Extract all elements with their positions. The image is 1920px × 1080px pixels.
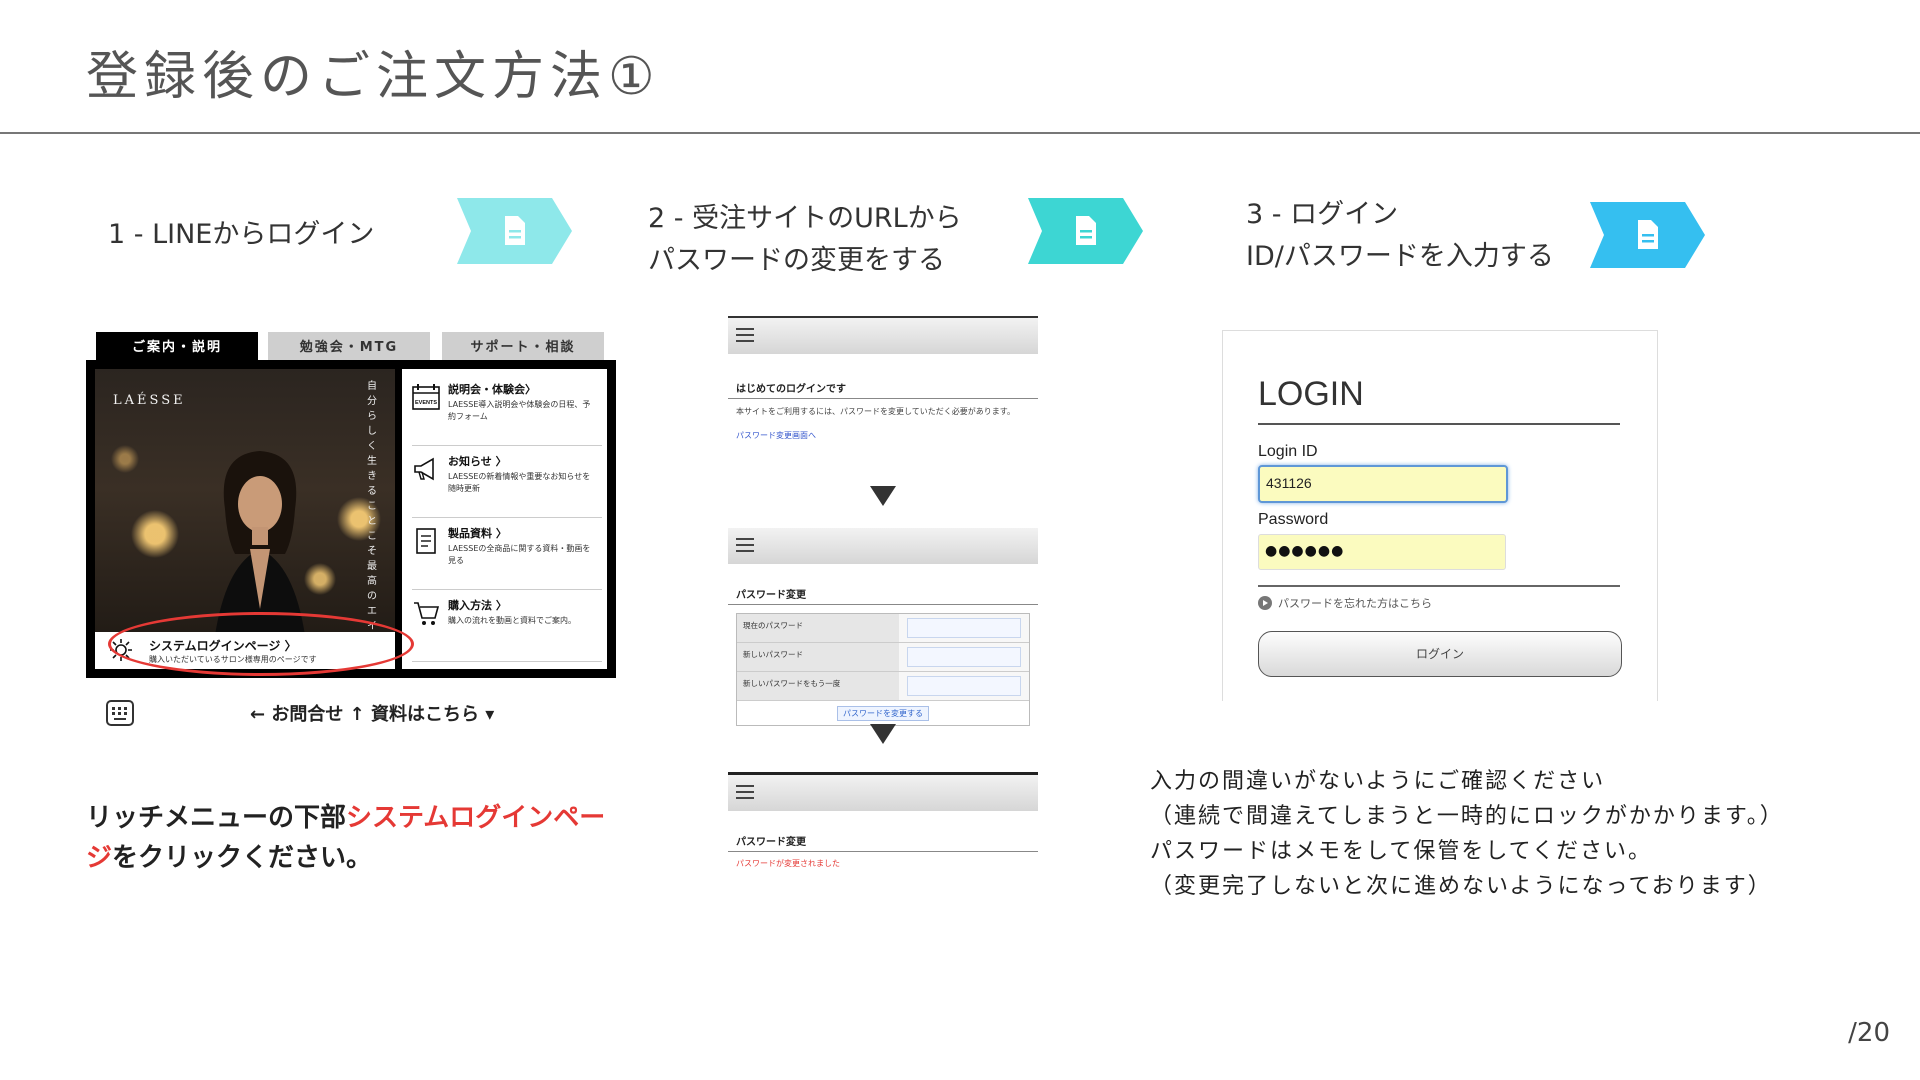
step-2-label-line2: パスワードの変更をする	[648, 245, 945, 276]
login-heading: LOGIN	[1258, 375, 1364, 413]
mobile-header	[728, 772, 1038, 811]
login-button[interactable]: ログイン	[1258, 631, 1622, 677]
password-panel-change-form: パスワード変更 現在のパスワード 新しいパスワード 新しいパスワードをもう一度 …	[728, 528, 1038, 726]
caption-text-2: をクリックください。	[112, 843, 373, 873]
megaphone-icon	[414, 457, 434, 481]
password-panel-complete: パスワード変更 パスワードが変更されました	[728, 772, 1038, 882]
form-row: 新しいパスワード	[737, 643, 1029, 672]
tab-support[interactable]: サポート・相談	[442, 332, 604, 362]
hamburger-icon[interactable]	[736, 328, 754, 342]
keyboard-icon[interactable]	[106, 700, 134, 726]
menu-item-title: お知らせ 〉	[448, 455, 507, 468]
caption-text: リッチメニューの下部	[86, 803, 347, 833]
section-title: パスワード変更	[728, 578, 1038, 605]
confirm-password-field[interactable]	[907, 676, 1021, 696]
change-password-button[interactable]: パスワードを変更する	[837, 706, 929, 721]
note-line-1: 入力の間違いがないようにご確認ください	[1150, 769, 1606, 794]
menu-item-desc: LAESSEの新着情報や重要なお知らせを随時更新	[448, 472, 591, 493]
mobile-header	[728, 528, 1038, 564]
tab-guide[interactable]: ご案内・説明	[96, 332, 258, 362]
forgot-password-link[interactable]: パスワードを忘れた方はこちら	[1278, 595, 1432, 611]
password-panel-first-login: はじめてのログインです 本サイトをご利用するには、パスワードを変更していただく必…	[728, 316, 1038, 466]
note-line-2: （連続で間違えてしまうと一時的にロックがかかります。）	[1150, 804, 1784, 829]
document-icon	[416, 528, 436, 554]
password-input[interactable]: ●●●●●●	[1258, 534, 1506, 570]
login-id-value: 431126	[1266, 475, 1312, 491]
section-text: 本サイトをご利用するには、パスワードを変更していただく必要があります。	[736, 407, 1015, 416]
menu-item-title: 説明会・体験会〉	[448, 383, 536, 396]
page-number: /20	[1848, 1018, 1890, 1048]
slide-title: 登録後のご注文方法①	[86, 47, 661, 107]
menu-item-purchase[interactable]: 購入方法 〉 購入の流れを動画と資料でご案内。	[412, 591, 602, 662]
events-calendar-icon: EVENTS	[412, 384, 440, 410]
title-divider	[0, 132, 1920, 134]
password-form: 現在のパスワード 新しいパスワード 新しいパスワードをもう一度 パスワードを変更…	[736, 613, 1030, 726]
login-id-label: Login ID	[1258, 443, 1318, 460]
events-icon-text: EVENTS	[415, 400, 437, 406]
hamburger-icon[interactable]	[736, 785, 754, 799]
password-changed-message: パスワードが変更されました	[736, 859, 840, 868]
login-id-input[interactable]: 431126	[1258, 465, 1508, 503]
login-screenshot: LOGIN Login ID 431126 Password ●●●●●● パス…	[1222, 330, 1658, 701]
password-value: ●●●●●●	[1265, 543, 1345, 559]
brand-logo: LAÉSSE	[113, 393, 186, 408]
menu-item-desc: LAESSE導入説明会や体験会の日程、予約フォーム	[448, 400, 591, 421]
rich-menu-list: EVENTS 説明会・体験会〉 LAESSE導入説明会や体験会の日程、予約フォー…	[402, 369, 607, 669]
form-label: 新しいパスワードをもう一度	[737, 672, 899, 700]
tab-study[interactable]: 勉強会・MTG	[268, 332, 430, 362]
section-title: はじめてのログインです	[728, 372, 1038, 399]
step-2-chevron	[1028, 198, 1143, 264]
hamburger-icon[interactable]	[736, 538, 754, 552]
flow-arrow-down	[870, 486, 896, 506]
step-1-chevron	[457, 198, 572, 264]
menu-item-desc: 購入の流れを動画と資料でご案内。	[448, 616, 576, 625]
caption-highlight: システムログインペー	[346, 803, 606, 833]
form-divider	[1258, 585, 1620, 587]
step-2-label-line1: 2 - 受注サイトのURLから	[648, 203, 962, 234]
form-label: 現在のパスワード	[737, 614, 899, 642]
rich-menu-footer-text[interactable]: ← お問合せ ↑ 資料はこちら ▾	[250, 700, 494, 726]
new-password-field[interactable]	[907, 647, 1021, 667]
document-icon	[1638, 220, 1658, 249]
highlight-ellipse	[108, 612, 414, 676]
document-icon	[1076, 216, 1096, 245]
menu-item-title: 製品資料 〉	[448, 527, 507, 540]
current-password-field[interactable]	[907, 618, 1021, 638]
note-line-4: （変更完了しないと次に進めないようになっております）	[1150, 874, 1772, 899]
form-row: 現在のパスワード	[737, 614, 1029, 643]
form-row: 新しいパスワードをもう一度	[737, 672, 1029, 701]
note-line-3: パスワードはメモをして保管をしてください。	[1150, 839, 1653, 864]
step-1-label: 1 - LINEからログイン	[108, 219, 375, 250]
document-icon	[505, 216, 525, 245]
change-password-link[interactable]: パスワード変更画面へ	[728, 424, 1038, 447]
flow-arrow-down	[870, 724, 896, 744]
section-title: パスワード変更	[728, 825, 1038, 852]
menu-item-desc: LAESSEの全商品に関する資料・動画を見る	[448, 544, 591, 565]
password-label: Password	[1258, 511, 1329, 528]
menu-item-title: 購入方法 〉	[448, 599, 507, 612]
step-3-label-line1: 3 - ログイン	[1246, 199, 1399, 230]
cart-icon	[414, 602, 440, 625]
arrow-circle-icon	[1258, 596, 1272, 610]
step-1-caption: リッチメニューの下部システムログインページをクリックください。	[86, 798, 646, 878]
step-3-chevron	[1590, 202, 1705, 268]
step-3-label-line2: ID/パスワードを入力する	[1246, 241, 1554, 272]
menu-item-news[interactable]: お知らせ 〉 LAESSEの新着情報や重要なお知らせを随時更新	[412, 447, 602, 518]
caption-highlight-2: ジ	[86, 843, 113, 873]
heading-underline	[1258, 423, 1620, 425]
form-label: 新しいパスワード	[737, 643, 899, 671]
menu-item-materials[interactable]: 製品資料 〉 LAESSEの全商品に関する資料・動画を見る	[412, 519, 602, 590]
menu-item-events[interactable]: EVENTS 説明会・体験会〉 LAESSE導入説明会や体験会の日程、予約フォー…	[412, 375, 602, 446]
mobile-header	[728, 316, 1038, 354]
